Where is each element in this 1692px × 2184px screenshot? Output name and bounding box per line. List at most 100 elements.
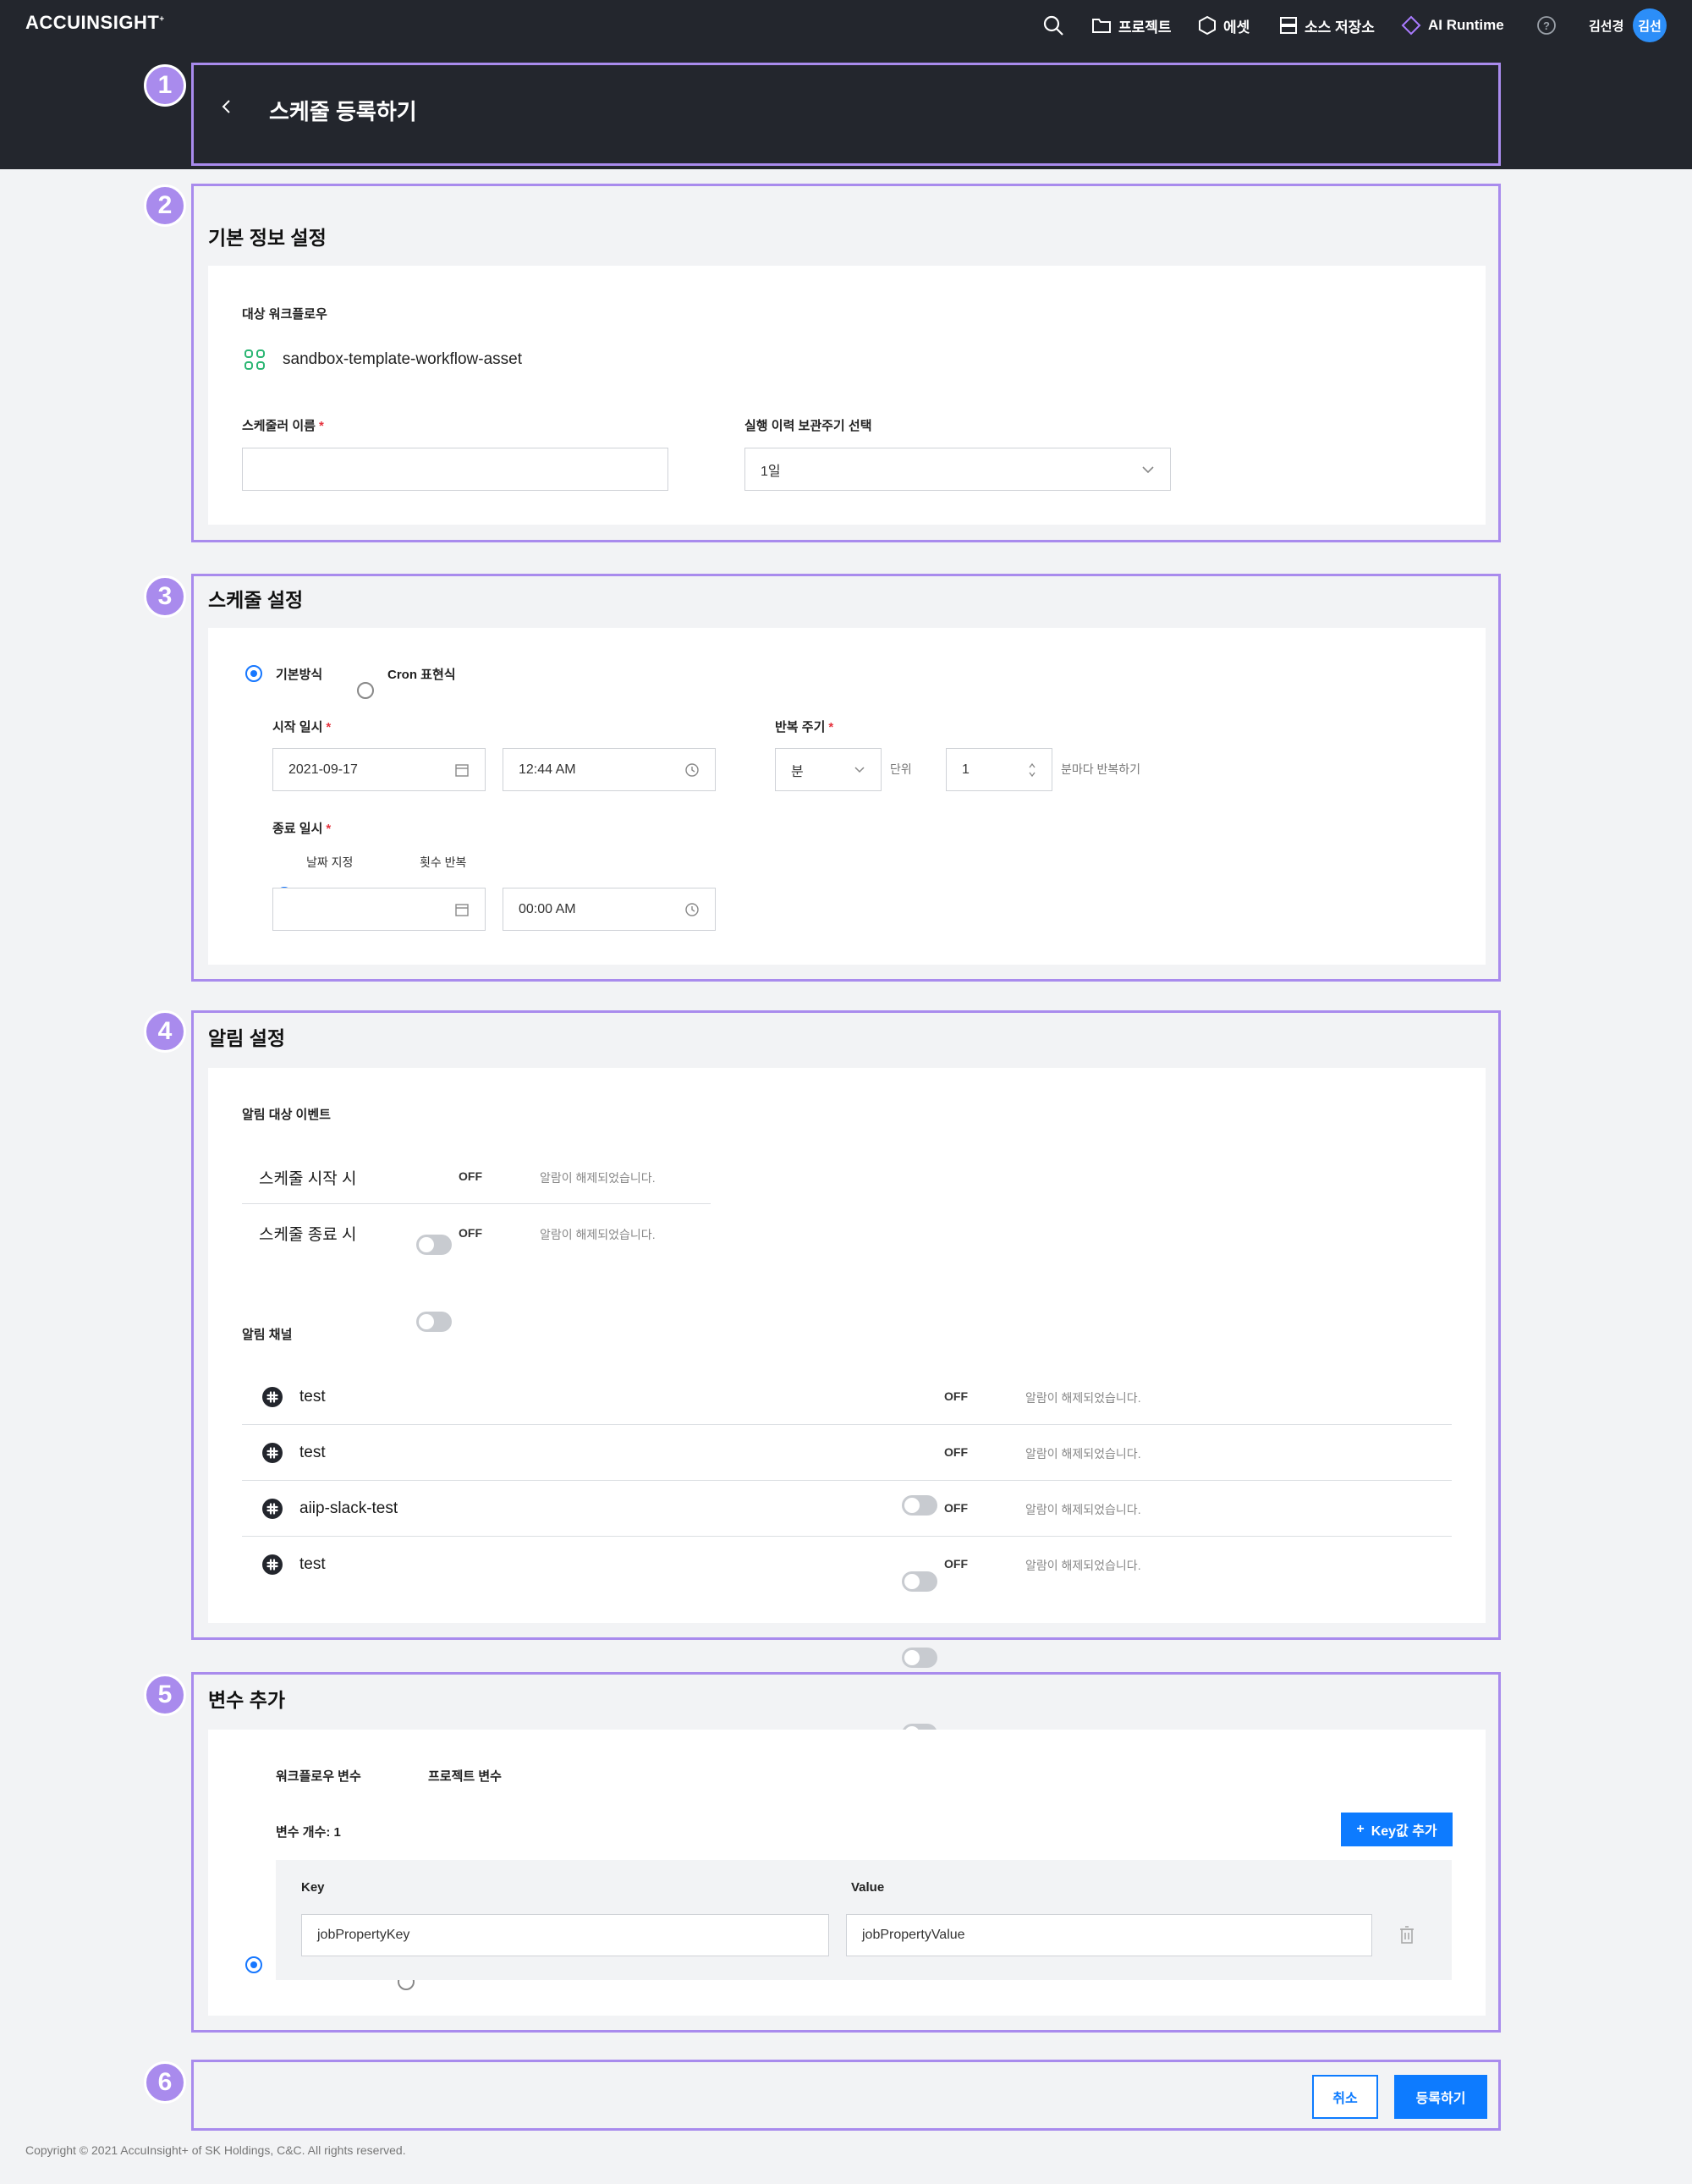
channel-toggle[interactable]: [902, 1648, 937, 1668]
cron-mode-label: Cron 표현식: [387, 668, 456, 682]
step-marker-2: 2: [144, 184, 186, 227]
svg-text:?: ?: [1543, 19, 1550, 32]
retention-select[interactable]: 1일: [744, 448, 1171, 491]
end-label: 종료 일시 *: [272, 822, 332, 836]
storage-icon: [1280, 17, 1297, 34]
event-status: 알람이 해제되었습니다.: [540, 1228, 656, 1241]
actions-section: [191, 2060, 1501, 2131]
basic-info-title: 기본 정보 설정: [208, 227, 327, 249]
end-time-input[interactable]: 00:00 AM: [503, 888, 716, 931]
basic-mode-label: 기본방식: [276, 668, 323, 682]
toggle-state: OFF: [459, 1169, 482, 1183]
user-name[interactable]: 김선경: [1589, 10, 1623, 41]
nav-item-project[interactable]: 프로젝트: [1091, 10, 1172, 41]
radio-workflow-var[interactable]: [245, 1956, 262, 1973]
event-name: 스케줄 종료 시: [259, 1226, 357, 1244]
start-label: 시작 일시 *: [272, 720, 332, 734]
nav-item-source-repo[interactable]: 소스 저장소: [1279, 10, 1375, 41]
workflow-label: 대상 워크플로우: [242, 307, 327, 322]
toggle-state: OFF: [459, 1226, 482, 1240]
channel-name: test: [299, 1388, 326, 1406]
channel-name: test: [299, 1444, 326, 1461]
key-header: Key: [301, 1880, 325, 1895]
repeat-unit-select[interactable]: 분: [775, 748, 882, 791]
event-status: 알람이 해제되었습니다.: [540, 1171, 656, 1185]
key-input[interactable]: jobPropertyKey: [301, 1914, 829, 1956]
step-marker-4: 4: [144, 1010, 186, 1053]
repeat-suffix: 분마다 반복하기: [1061, 762, 1141, 776]
value-input[interactable]: jobPropertyValue: [846, 1914, 1372, 1956]
event-end-toggle[interactable]: [416, 1312, 452, 1332]
alert-title: 알림 설정: [208, 1027, 286, 1049]
logo[interactable]: ACCUINSIGHT+: [25, 12, 165, 34]
add-key-button[interactable]: + Key값 추가: [1341, 1813, 1453, 1846]
plus-icon: +: [1356, 1822, 1365, 1836]
nav-item-asset[interactable]: 에셋: [1198, 10, 1250, 41]
toggle-state: OFF: [944, 1389, 968, 1403]
event-name: 스케줄 시작 시: [259, 1170, 357, 1188]
end-date-input[interactable]: [272, 888, 486, 931]
radio-cron-mode[interactable]: [357, 682, 374, 699]
nav-item-ai-runtime[interactable]: AI Runtime: [1401, 10, 1504, 41]
slack-icon: [262, 1443, 283, 1463]
step-marker-6: 6: [144, 2061, 186, 2104]
scheduler-name-label: 스케줄러 이름 *: [242, 419, 324, 433]
workflow-var-label: 워크플로우 변수: [276, 1769, 361, 1784]
avatar[interactable]: 김선: [1633, 8, 1667, 42]
alert-channels-label: 알림 채널: [242, 1328, 293, 1342]
variable-count: 변수 개수: 1: [276, 1825, 341, 1840]
end-count-option-label: 횟수 반복: [420, 855, 467, 869]
alert-card: [208, 1068, 1486, 1623]
schedule-title: 스케줄 설정: [208, 589, 304, 611]
scheduler-name-input[interactable]: [242, 448, 668, 491]
help-icon[interactable]: ?: [1536, 10, 1557, 41]
channel-status: 알람이 해제되었습니다.: [1025, 1559, 1141, 1572]
divider: [242, 1536, 1452, 1537]
search-icon[interactable]: [1042, 10, 1064, 41]
cancel-button[interactable]: 취소: [1312, 2075, 1378, 2119]
unit-text: 단위: [890, 762, 912, 776]
slack-icon: [262, 1499, 283, 1519]
folder-icon: [1092, 19, 1111, 33]
clock-icon: [685, 762, 699, 777]
channel-toggle[interactable]: [902, 1571, 937, 1592]
alert-events-label: 알림 대상 이벤트: [242, 1108, 331, 1122]
toggle-state: OFF: [944, 1445, 968, 1459]
variables-title: 변수 추가: [208, 1689, 286, 1711]
channel-status: 알람이 해제되었습니다.: [1025, 1391, 1141, 1405]
divider: [242, 1480, 1452, 1481]
radio-basic-mode[interactable]: [245, 665, 262, 682]
repeat-label: 반복 주기 *: [775, 720, 834, 734]
event-start-toggle[interactable]: [416, 1235, 452, 1255]
slack-icon: [262, 1387, 283, 1407]
start-date-input[interactable]: 2021-09-17: [272, 748, 486, 791]
channel-toggle[interactable]: [902, 1495, 937, 1516]
step-marker-1: 1: [144, 64, 186, 107]
back-icon[interactable]: [218, 96, 235, 121]
page-title: 스케줄 등록하기: [269, 99, 417, 124]
project-var-label: 프로젝트 변수: [428, 1769, 502, 1784]
workflow-icon: [244, 349, 266, 375]
clock-icon: [685, 902, 699, 916]
toggle-state: OFF: [944, 1557, 968, 1571]
divider: [242, 1424, 1452, 1425]
workflow-name: sandbox-template-workflow-asset: [283, 350, 523, 368]
retention-label: 실행 이력 보관주기 선택: [744, 419, 872, 433]
value-header: Value: [851, 1880, 885, 1895]
chevron-down-icon: [854, 767, 865, 773]
calendar-icon: [455, 903, 469, 916]
hexagon-icon: [1199, 15, 1216, 36]
slack-icon: [262, 1554, 283, 1575]
channel-name: aiip-slack-test: [299, 1499, 398, 1517]
channel-status: 알람이 해제되었습니다.: [1025, 1503, 1141, 1516]
repeat-value-stepper[interactable]: 1: [946, 748, 1052, 791]
submit-button[interactable]: 등록하기: [1394, 2075, 1487, 2119]
stepper-arrows-icon[interactable]: [1028, 761, 1036, 779]
end-date-option-label: 날짜 지정: [306, 855, 354, 869]
trash-icon[interactable]: [1398, 1925, 1415, 1950]
chevron-down-icon: [1142, 465, 1154, 473]
start-time-input[interactable]: 12:44 AM: [503, 748, 716, 791]
diamond-icon: [1401, 15, 1421, 36]
toggle-state: OFF: [944, 1501, 968, 1515]
copyright: Copyright © 2021 AccuInsight+ of SK Hold…: [25, 2143, 406, 2157]
